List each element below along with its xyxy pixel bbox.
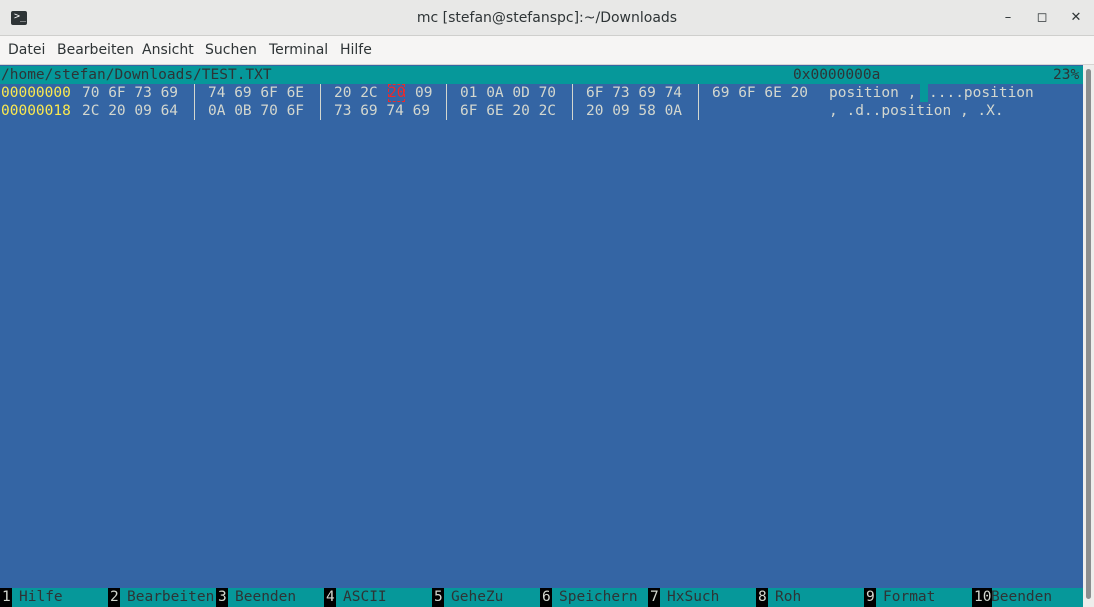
group-separator	[572, 84, 573, 102]
fkey-number: 8	[756, 588, 768, 607]
file-percent: 23%	[1053, 67, 1080, 83]
fkey-number: 3	[216, 588, 228, 607]
fkey-label: GeheZu	[451, 589, 504, 605]
fkey-number: 5	[432, 588, 444, 607]
group-separator	[194, 102, 195, 120]
menu-datei[interactable]: Datei	[8, 36, 45, 64]
fkey-number: 2	[108, 588, 120, 607]
file-path: /home/stefan/Downloads/TEST.TXT	[1, 67, 272, 83]
hex-group[interactable]: 01 0A 0D 70	[460, 84, 556, 102]
group-separator	[320, 102, 321, 120]
hex-group[interactable]: 74 69 6F 6E	[208, 84, 304, 102]
fkey-number: 4	[324, 588, 336, 607]
group-separator	[698, 84, 699, 102]
hex-group[interactable]: 20 09 58 0A	[586, 102, 682, 120]
hex-row: 00000018 2C 20 09 64 0A 0B 70 6F 73 69 7…	[0, 102, 1083, 120]
menu-bearbeiten[interactable]: Bearbeiten	[57, 36, 134, 64]
ascii-text[interactable]: position ,	[829, 84, 925, 102]
hex-group[interactable]: 69 6F 6E 20	[712, 84, 808, 102]
fkey-label: Roh	[775, 589, 802, 605]
hex-group[interactable]: 0A 0B 70 6F	[208, 102, 304, 120]
fkey-label: Format	[883, 589, 936, 605]
menu-terminal[interactable]: Terminal	[269, 36, 328, 64]
hex-group[interactable]: 09	[415, 84, 432, 102]
terminal-area[interactable]: /home/stefan/Downloads/TEST.TXT 0x000000…	[0, 65, 1083, 607]
title-bar: >_ mc [stefan@stefanspc]:~/Downloads – ◻…	[0, 0, 1094, 36]
group-separator	[194, 84, 195, 102]
group-separator	[698, 102, 699, 120]
ascii-cursor	[920, 84, 928, 102]
hex-group[interactable]: 6F 6E 20 2C	[460, 102, 556, 120]
close-button[interactable]: ✕	[1066, 8, 1086, 28]
ascii-text[interactable]: , .d..position , .X.	[829, 102, 1004, 120]
fkey-number: 6	[540, 588, 552, 607]
row-address: 00000018	[1, 103, 71, 119]
fkey-label: Beenden	[235, 589, 297, 605]
fkey-number: 9	[864, 588, 876, 607]
fkey-label: Beenden	[991, 589, 1053, 605]
hex-group[interactable]: 2C 20 09 64	[82, 102, 178, 120]
hex-group[interactable]: 70 6F 73 69	[82, 84, 178, 102]
fkey-number: 10	[972, 588, 993, 607]
fkey-label: Hilfe	[19, 589, 63, 605]
viewer-status-line: /home/stefan/Downloads/TEST.TXT 0x000000…	[0, 66, 1083, 84]
minimize-button[interactable]: –	[998, 8, 1018, 28]
maximize-button[interactable]: ◻	[1032, 8, 1052, 28]
hex-group[interactable]: 73 69 74 69	[334, 102, 430, 120]
hex-group[interactable]: 6F 73 69 74	[586, 84, 682, 102]
group-separator	[320, 84, 321, 102]
group-separator	[446, 84, 447, 102]
cursor-offset: 0x0000000a	[793, 67, 881, 83]
menu-bar: Datei Bearbeiten Ansicht Suchen Terminal…	[0, 36, 1094, 65]
fkey-label: Speichern	[559, 589, 638, 605]
group-separator	[446, 102, 447, 120]
scrollbar-thumb[interactable]	[1086, 69, 1091, 599]
hex-row: 00000000 70 6F 73 69 74 69 6F 6E 20 2C 2…	[0, 84, 1083, 102]
menu-suchen[interactable]: Suchen	[205, 36, 257, 64]
fkey-label: HxSuch	[667, 589, 720, 605]
fkey-number: 1	[0, 588, 12, 607]
hex-group[interactable]: 20 2C	[334, 84, 378, 102]
fkey-number: 7	[648, 588, 660, 607]
window-title: mc [stefan@stefanspc]:~/Downloads	[416, 10, 678, 26]
function-key-bar: 1 Hilfe 2 Bearbeiten 3 Beenden 4 ASCII 5…	[0, 588, 1083, 607]
hex-cursor-byte[interactable]: 20	[388, 84, 406, 102]
terminal-scrollbar[interactable]	[1083, 65, 1094, 607]
menu-hilfe[interactable]: Hilfe	[340, 36, 372, 64]
ascii-text[interactable]: ....position	[929, 84, 1034, 102]
fkey-label: Bearbeiten	[127, 589, 215, 605]
group-separator	[572, 102, 573, 120]
row-address: 00000000	[1, 85, 71, 101]
fkey-label: ASCII	[343, 589, 387, 605]
menu-ansicht[interactable]: Ansicht	[142, 36, 194, 64]
